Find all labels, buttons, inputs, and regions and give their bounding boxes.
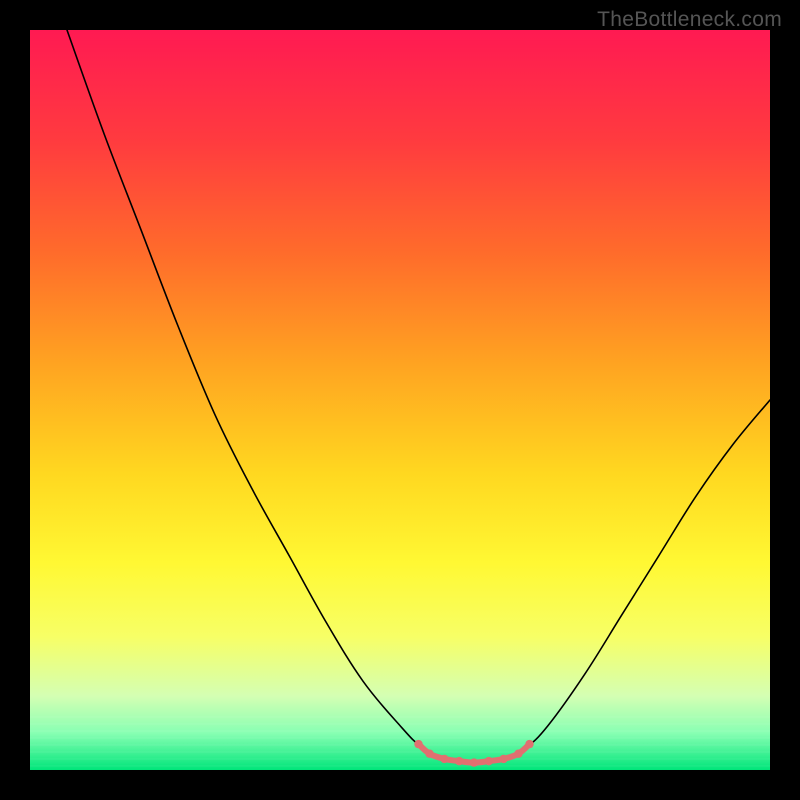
gradient-background: [30, 30, 770, 770]
chart-svg: [30, 30, 770, 770]
watermark-text: TheBottleneck.com: [597, 8, 782, 32]
target-marker: [525, 740, 533, 748]
target-marker: [470, 758, 478, 766]
target-marker: [485, 757, 493, 765]
target-marker: [414, 740, 422, 748]
chart-container: TheBottleneck.com: [0, 0, 800, 800]
target-marker: [514, 750, 522, 758]
target-marker: [425, 750, 433, 758]
plot-area: [30, 30, 770, 770]
target-marker: [455, 757, 463, 765]
target-marker: [499, 755, 507, 763]
target-marker: [440, 755, 448, 763]
